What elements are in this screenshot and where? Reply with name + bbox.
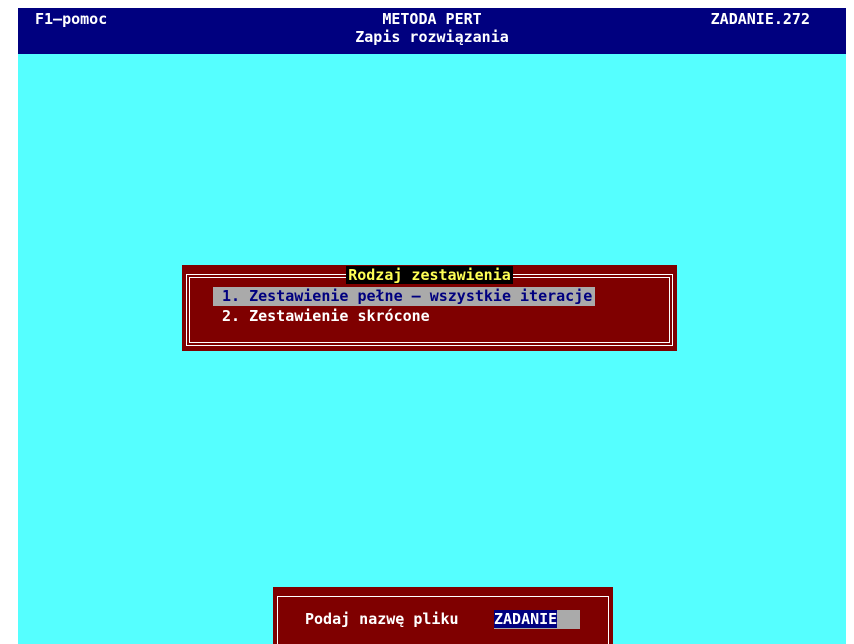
header-bar: F1–pomoc METODA PERT Zapis rozwiązania Z… [18, 8, 846, 54]
dialog-title: Rodzaj zestawienia [182, 266, 677, 284]
file-name-prompt: Podaj nazwę pliku ZADANIE [273, 587, 613, 644]
dialog-title-label: Rodzaj zestawienia [346, 266, 513, 284]
menu-item-short-report[interactable]: 2. Zestawienie skrócone [213, 307, 430, 326]
report-type-dialog: Rodzaj zestawienia 1. Zestawienie pełne … [182, 265, 677, 351]
file-name-input[interactable]: ZADANIE [494, 610, 580, 629]
file-name-value: ZADANIE [494, 610, 558, 628]
task-file-name: ZADANIE.272 [710, 10, 810, 28]
prompt-label: Podaj nazwę pliku [305, 610, 459, 628]
screen-subtitle: Zapis rozwiązania [355, 28, 509, 46]
menu-item-full-report[interactable]: 1. Zestawienie pełne – wszystkie iteracj… [213, 287, 596, 306]
